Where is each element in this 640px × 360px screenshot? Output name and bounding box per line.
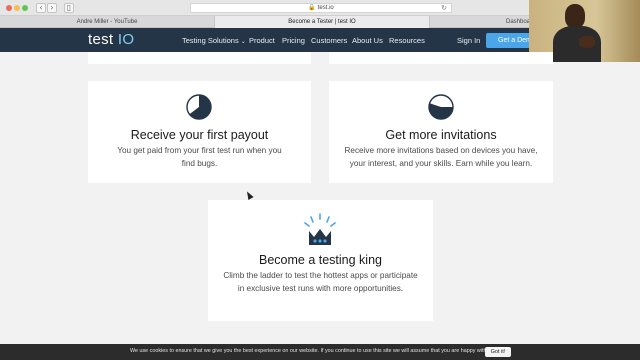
close-window-button[interactable] xyxy=(6,5,12,11)
card-text: Receive more invitations based on device… xyxy=(344,146,538,168)
card-partial-left xyxy=(88,52,311,64)
back-arrow-icon[interactable]: ‹ xyxy=(36,3,46,13)
sign-in-link[interactable]: Sign In xyxy=(457,36,480,45)
card-title: Receive your first payout xyxy=(130,128,269,142)
crown-icon xyxy=(304,213,336,245)
tab-label: Andre Miller - YouTube xyxy=(76,19,138,25)
card-partial-right xyxy=(329,52,553,64)
tab-label: Become a Tester | test IO xyxy=(288,19,356,25)
card-title: Become a testing king xyxy=(259,253,382,267)
pie-chart-icon xyxy=(186,94,212,120)
forward-arrow-icon[interactable]: › xyxy=(47,3,57,13)
presenter-hand xyxy=(579,36,595,48)
card-first-payout: Receive your first payout You get paid f… xyxy=(88,81,311,183)
url-text: test.io xyxy=(317,5,334,11)
test-io-logo[interactable]: test IO xyxy=(88,31,134,48)
nav-resources[interactable]: Resources xyxy=(389,36,425,45)
cookie-accept-button[interactable]: Got it! xyxy=(485,347,511,357)
zoom-window-button[interactable] xyxy=(22,5,28,11)
logo-text: test xyxy=(88,31,114,48)
card-title: Get more invitations xyxy=(385,128,497,142)
nav-pricing[interactable]: Pricing xyxy=(282,36,305,45)
card-text: Climb the ladder to test the hottest app… xyxy=(223,271,418,293)
tab-youtube[interactable]: Andre Miller - YouTube xyxy=(0,16,215,28)
sidebar-icon[interactable]: ▯ xyxy=(64,3,74,13)
nav-testing-solutions[interactable]: Testing Solutions ⌄ xyxy=(182,36,246,45)
card-text: You get paid from your first test run wh… xyxy=(117,146,282,168)
nav-customers[interactable]: Customers xyxy=(311,36,347,45)
nav-about-us[interactable]: About Us xyxy=(352,36,383,45)
presenter-head xyxy=(565,4,585,28)
nav-label: Testing Solutions xyxy=(182,36,239,45)
address-bar[interactable]: 🔒 test.io ↻ xyxy=(190,3,452,13)
card-more-invitations: Get more invitations Receive more invita… xyxy=(329,81,553,183)
card-testing-king: Become a testing king Climb the ladder t… xyxy=(208,200,433,321)
chevron-down-icon: ⌄ xyxy=(240,39,246,45)
nav-product[interactable]: Product xyxy=(249,36,275,45)
logo-accent: IO xyxy=(117,31,135,48)
lock-icon: 🔒 xyxy=(308,5,316,11)
mouse-cursor-icon xyxy=(244,190,254,200)
cookie-banner: We use cookies to ensure that we give yo… xyxy=(0,344,640,360)
pie-chart-icon xyxy=(428,94,454,120)
reload-icon[interactable]: ↻ xyxy=(441,4,447,13)
cookie-text: We use cookies to ensure that we give yo… xyxy=(130,348,493,354)
tab-test-io[interactable]: Become a Tester | test IO xyxy=(215,16,430,28)
minimize-window-button[interactable] xyxy=(14,5,20,11)
